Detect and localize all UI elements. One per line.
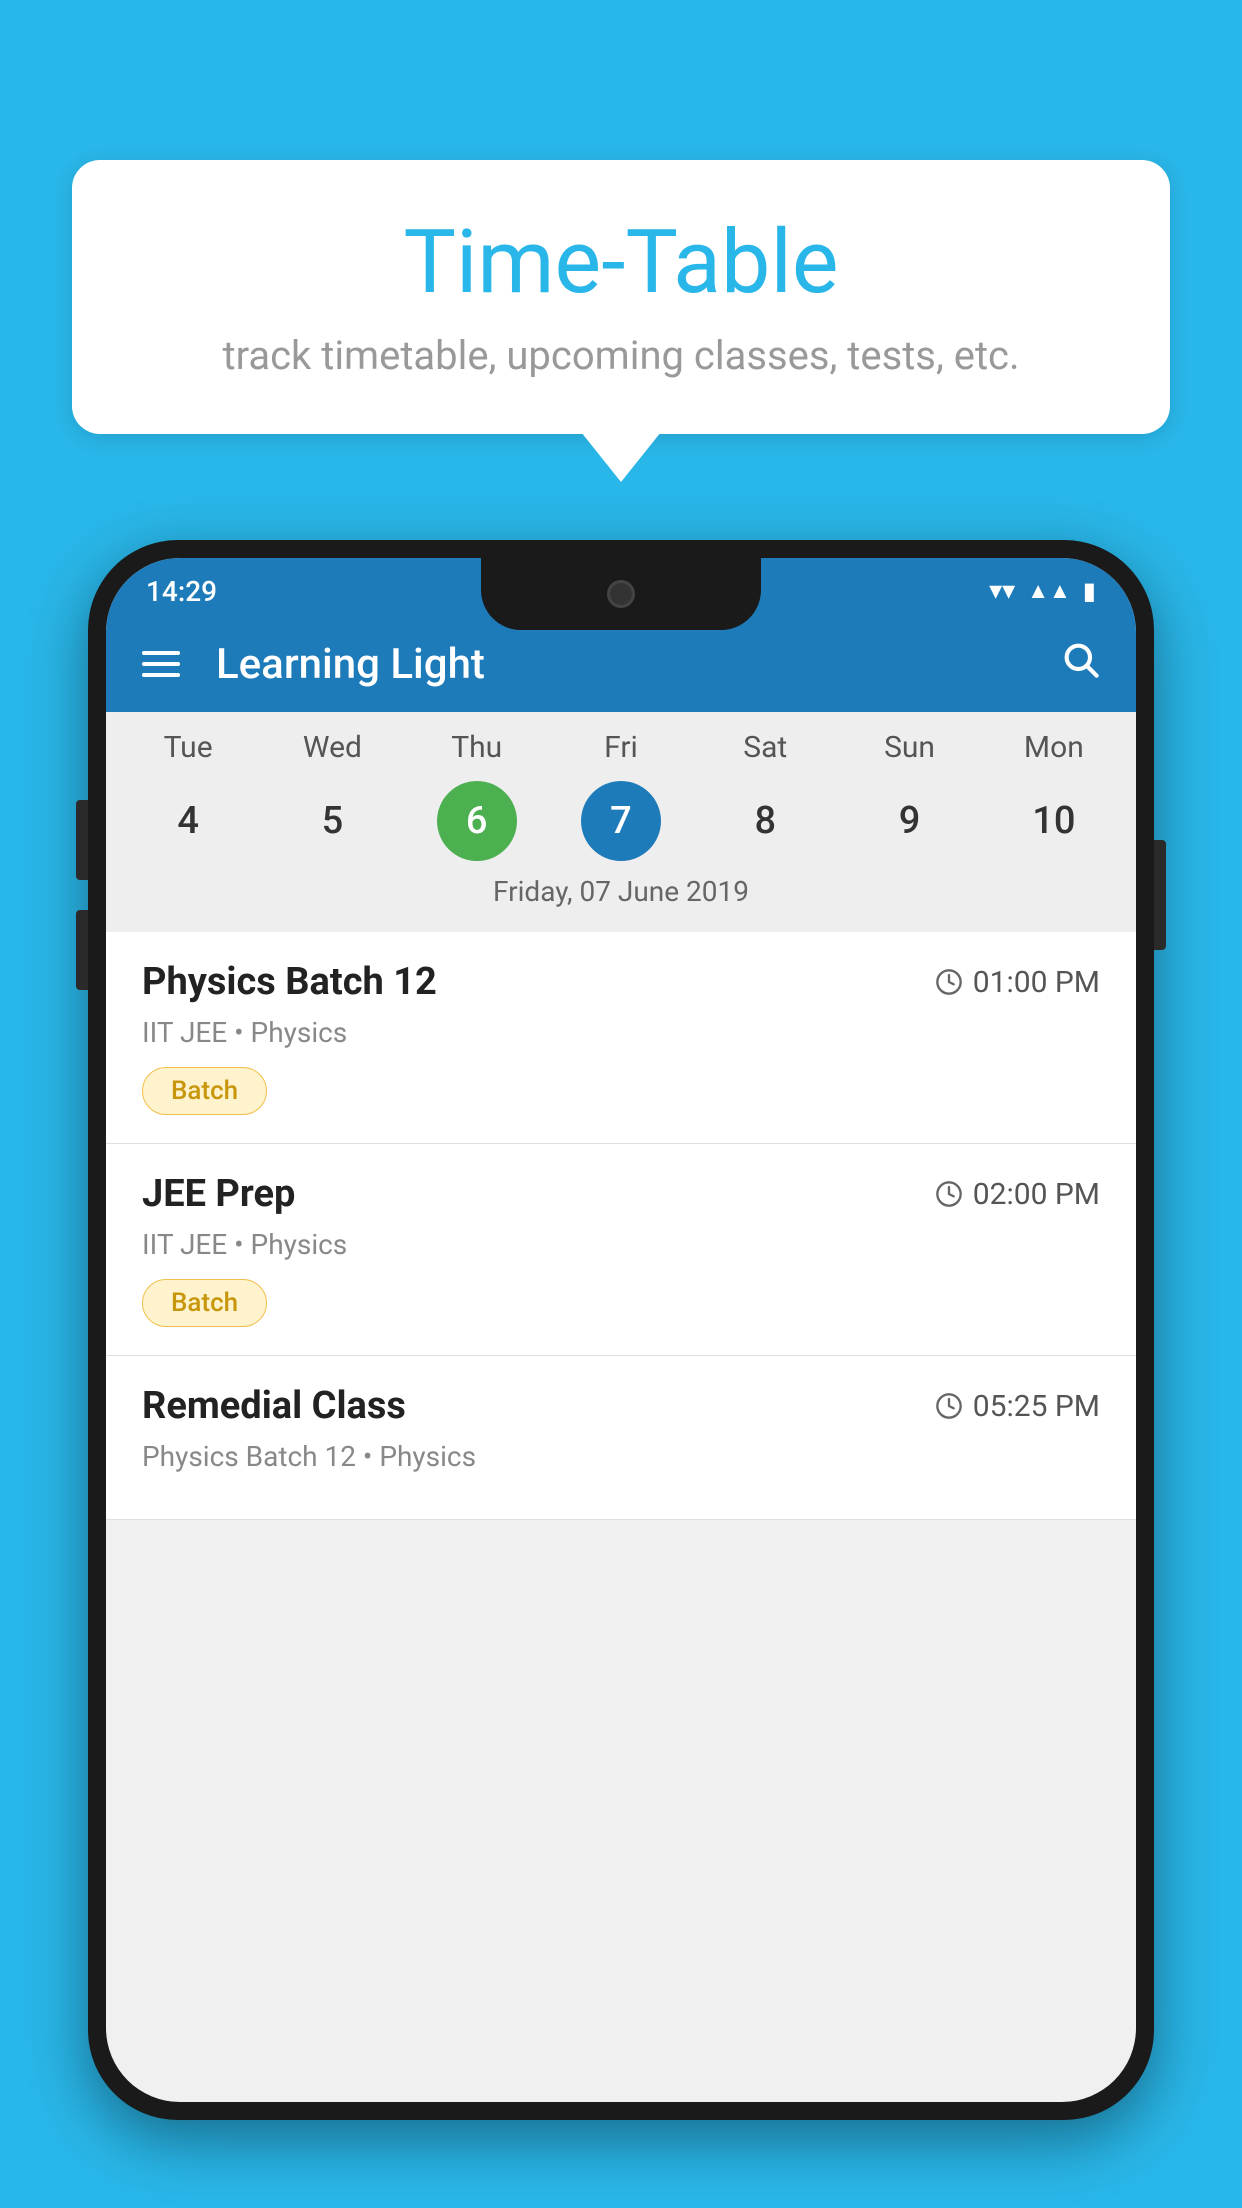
- class-item-jee-prep[interactable]: JEE Prep 02:00 PM IIT JEE • Physics Batc…: [106, 1144, 1136, 1356]
- class-item-header: Remedial Class 05:25 PM: [142, 1384, 1100, 1428]
- day-header-thu: Thu: [417, 730, 537, 765]
- class-time-text: 02:00 PM: [973, 1177, 1100, 1212]
- batch-tag: Batch: [142, 1067, 267, 1115]
- selected-date-label: Friday, 07 June 2019: [106, 875, 1136, 922]
- day-header-fri: Fri: [561, 730, 681, 765]
- day-numbers: 4 5 6 7 8 9 10: [106, 781, 1136, 861]
- day-header-sun: Sun: [850, 730, 970, 765]
- day-header-mon: Mon: [994, 730, 1114, 765]
- clock-icon: [935, 1180, 963, 1208]
- front-camera: [607, 580, 635, 608]
- bubble-title: Time-Table: [132, 215, 1110, 312]
- speech-bubble: Time-Table track timetable, upcoming cla…: [72, 160, 1170, 434]
- batch-tag: Batch: [142, 1279, 267, 1327]
- phone-screen: 14:29 ▾▾ ▲▲ ▮ Learning Light: [106, 558, 1136, 2102]
- day-4[interactable]: 4: [148, 781, 228, 861]
- class-name: Remedial Class: [142, 1384, 406, 1428]
- bubble-subtitle: track timetable, upcoming classes, tests…: [132, 332, 1110, 379]
- class-name: JEE Prep: [142, 1172, 295, 1216]
- signal-icon: ▲▲: [1027, 578, 1071, 604]
- class-time: 02:00 PM: [935, 1177, 1100, 1212]
- day-7-selected[interactable]: 7: [581, 781, 661, 861]
- class-time: 05:25 PM: [935, 1389, 1100, 1424]
- status-icons: ▾▾ ▲▲ ▮: [989, 576, 1096, 606]
- app-title: Learning Light: [216, 640, 1024, 689]
- class-time-text: 05:25 PM: [973, 1389, 1100, 1424]
- day-headers: Tue Wed Thu Fri Sat Sun Mon: [106, 730, 1136, 765]
- phone-outer: 14:29 ▾▾ ▲▲ ▮ Learning Light: [88, 540, 1154, 2120]
- clock-icon: [935, 968, 963, 996]
- day-5[interactable]: 5: [292, 781, 372, 861]
- day-header-wed: Wed: [272, 730, 392, 765]
- phone-notch: [481, 558, 761, 630]
- status-time: 14:29: [146, 575, 217, 608]
- volume-up-button[interactable]: [76, 800, 88, 880]
- class-list: Physics Batch 12 01:00 PM IIT JEE • Phys…: [106, 932, 1136, 1520]
- class-meta: IIT JEE • Physics: [142, 1228, 1100, 1261]
- class-item-remedial[interactable]: Remedial Class 05:25 PM Physics Batch 12…: [106, 1356, 1136, 1520]
- day-header-sat: Sat: [705, 730, 825, 765]
- clock-icon: [935, 1392, 963, 1420]
- app-bar: Learning Light: [106, 616, 1136, 712]
- class-time: 01:00 PM: [935, 965, 1100, 1000]
- phone-container: 14:29 ▾▾ ▲▲ ▮ Learning Light: [88, 540, 1154, 2208]
- day-9[interactable]: 9: [870, 781, 950, 861]
- day-header-tue: Tue: [128, 730, 248, 765]
- wifi-icon: ▾▾: [989, 576, 1015, 606]
- class-meta: Physics Batch 12 • Physics: [142, 1440, 1100, 1473]
- class-item-header: JEE Prep 02:00 PM: [142, 1172, 1100, 1216]
- class-item-header: Physics Batch 12 01:00 PM: [142, 960, 1100, 1004]
- class-item-physics-batch-12[interactable]: Physics Batch 12 01:00 PM IIT JEE • Phys…: [106, 932, 1136, 1144]
- day-6-today[interactable]: 6: [437, 781, 517, 861]
- class-name: Physics Batch 12: [142, 960, 437, 1004]
- power-button[interactable]: [1154, 840, 1166, 950]
- day-10[interactable]: 10: [1014, 781, 1094, 861]
- volume-down-button[interactable]: [76, 910, 88, 990]
- search-button[interactable]: [1060, 639, 1100, 689]
- battery-icon: ▮: [1083, 577, 1096, 605]
- class-time-text: 01:00 PM: [973, 965, 1100, 1000]
- calendar-strip: Tue Wed Thu Fri Sat Sun Mon 4 5 6 7 8 9 …: [106, 712, 1136, 932]
- hamburger-menu-button[interactable]: [142, 651, 180, 677]
- day-8[interactable]: 8: [725, 781, 805, 861]
- class-meta: IIT JEE • Physics: [142, 1016, 1100, 1049]
